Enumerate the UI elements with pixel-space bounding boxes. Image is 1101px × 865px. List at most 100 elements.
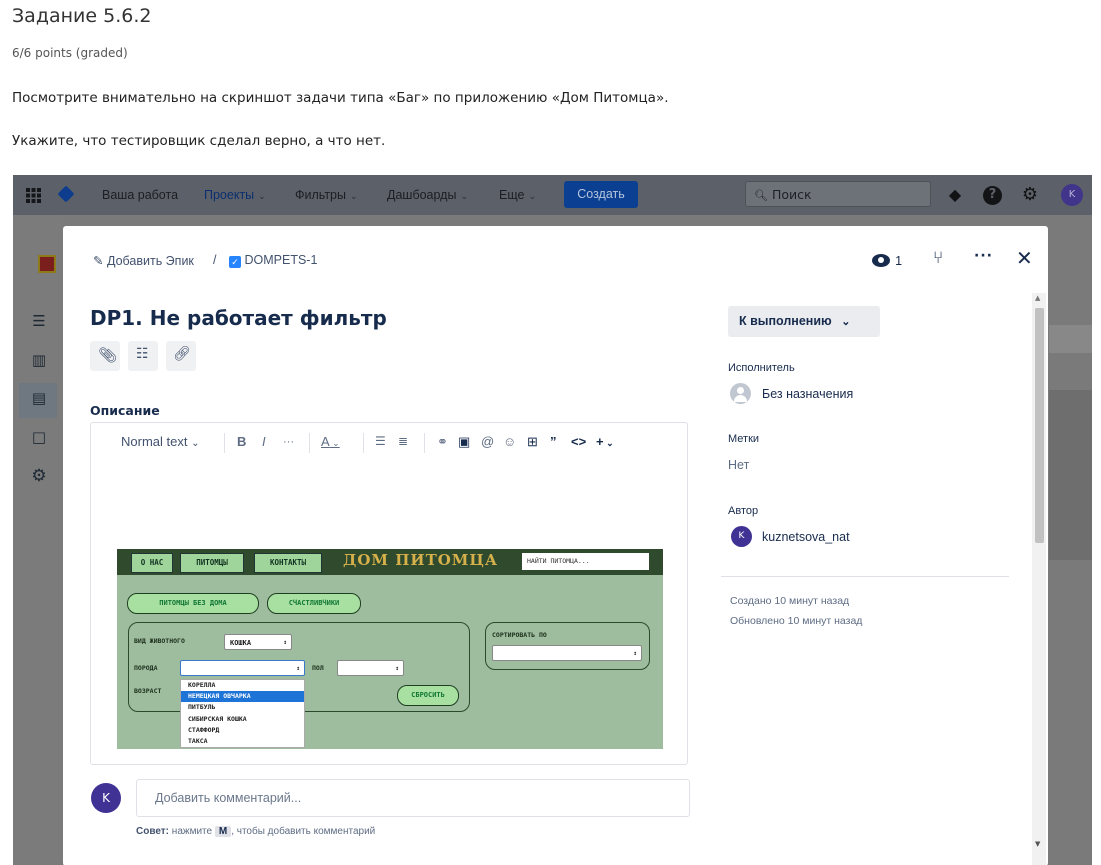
- paperclip-icon: 📎︎: [98, 346, 118, 364]
- app-breed-option: ПИТБУЛЬ: [188, 703, 216, 712]
- nav-dashboards-label: Дашбоарды: [387, 188, 457, 202]
- search-input[interactable]: 🔍︎ Поиск: [745, 181, 931, 207]
- scroll-up-icon[interactable]: ▲: [1035, 294, 1040, 302]
- scrollbar-thumb[interactable]: [1035, 308, 1044, 543]
- assignee-value[interactable]: Без назначения: [762, 387, 853, 401]
- board-icon[interactable]: ▥: [30, 351, 48, 369]
- numbered-list-icon[interactable]: ≣: [398, 434, 408, 448]
- app-nav-about: О НАС: [131, 553, 173, 573]
- nav-more[interactable]: Еще ⌄: [499, 188, 536, 202]
- help-icon[interactable]: ?: [983, 186, 1002, 205]
- app-label-breed: ПОРОДА: [134, 664, 158, 672]
- watch-button[interactable]: 1: [872, 250, 902, 269]
- mention-icon[interactable]: @: [481, 434, 494, 449]
- app-breed-dropdown: КОРЕЛЛА НЕМЕЦКАЯ ОВЧАРКА ПИТБУЛЬ СИБИРСК…: [180, 679, 305, 748]
- create-button[interactable]: Создать: [564, 181, 638, 208]
- background-panel: [1049, 390, 1092, 560]
- notifications-icon[interactable]: ◆: [946, 186, 964, 204]
- task-points: 6/6 points (graded): [12, 46, 128, 60]
- text-style-dropdown[interactable]: Normal text ⌄: [121, 434, 199, 449]
- jira-logo-icon[interactable]: [57, 185, 75, 203]
- roadmap-icon[interactable]: ☰: [30, 312, 48, 330]
- bullet-list-icon[interactable]: ☰: [375, 434, 386, 448]
- chevron-down-icon: ⌄: [603, 438, 614, 448]
- text-color-label: A: [321, 434, 330, 449]
- link-icon[interactable]: ⚭: [437, 434, 448, 450]
- insert-button[interactable]: + ⌄: [596, 434, 614, 449]
- italic-button[interactable]: I: [262, 434, 266, 449]
- side-divider: [721, 576, 1009, 577]
- toolbar-divider: [309, 433, 310, 453]
- scroll-down-icon[interactable]: ▼: [1035, 840, 1040, 848]
- settings-icon[interactable]: ⚙︎: [1021, 186, 1039, 204]
- task-paragraph-1: Посмотрите внимательно на скриншот задач…: [12, 90, 669, 106]
- app-select-sex: ↕: [337, 660, 404, 676]
- project-settings-icon[interactable]: ⚙︎: [30, 467, 48, 485]
- nav-dashboards[interactable]: Дашбоарды ⌄: [387, 188, 468, 202]
- app-label-sort: СОРТИРОВАТЬ ПО: [492, 631, 547, 639]
- add-item-icon[interactable]: □: [30, 428, 48, 446]
- created-timestamp: Создано 10 минут назад: [730, 595, 850, 607]
- child-issue-button[interactable]: ☷: [128, 341, 158, 371]
- nav-projects[interactable]: Проекты ⌄: [204, 188, 266, 202]
- search-icon: 🔍︎: [754, 189, 768, 202]
- attach-button[interactable]: 📎︎: [90, 341, 120, 371]
- toolbar-divider: [424, 433, 425, 453]
- reporter-value[interactable]: kuznetsova_nat: [762, 530, 850, 544]
- app-switcher-icon[interactable]: [25, 187, 42, 204]
- share-icon[interactable]: ⑂: [933, 248, 943, 268]
- project-avatar[interactable]: [38, 255, 56, 273]
- app-label-animal: ВИД ЖИВОТНОГО: [134, 637, 185, 645]
- app-select-sort: ↕: [492, 645, 642, 661]
- close-icon[interactable]: ✕: [1016, 246, 1033, 270]
- bold-button[interactable]: B: [237, 434, 246, 449]
- code-icon[interactable]: <>: [571, 434, 586, 449]
- chevron-down-icon: ⌄: [349, 191, 358, 201]
- user-avatar[interactable]: K: [1061, 184, 1083, 206]
- app-breed-option: КОРЕЛЛА: [188, 681, 216, 689]
- status-label: К выполнению: [739, 314, 832, 328]
- link-issue-button[interactable]: 🔗︎: [166, 341, 196, 371]
- chevron-updown-icon: ↕: [395, 665, 399, 672]
- chevron-down-icon: ⌄: [329, 438, 340, 448]
- more-formatting-button[interactable]: ···: [283, 436, 294, 448]
- breadcrumb-add-epic[interactable]: ✎ Добавить Эпик: [93, 253, 194, 268]
- comment-hint: Совет: нажмите M, чтобы добавить коммент…: [136, 826, 375, 837]
- comment-input[interactable]: Добавить комментарий...: [136, 779, 690, 817]
- background-panel: [1049, 325, 1092, 353]
- labels-value[interactable]: Нет: [728, 458, 749, 472]
- pages-icon[interactable]: ▤: [30, 389, 48, 407]
- table-icon[interactable]: ⊞: [527, 434, 538, 450]
- chevron-down-icon: ⌄: [460, 191, 468, 201]
- chevron-updown-icon: ↕: [296, 665, 300, 672]
- hint-text: нажмите: [169, 826, 215, 837]
- app-label-age: ВОЗРАСТ: [134, 687, 162, 695]
- nav-your-work[interactable]: Ваша работа: [102, 188, 178, 202]
- breadcrumb-issue-key[interactable]: ✓ DOMPETS-1: [229, 253, 317, 268]
- chevron-down-icon: ⌄: [258, 191, 266, 201]
- checkbox-icon: ✓: [229, 256, 241, 268]
- text-color-button[interactable]: A ⌄: [321, 434, 340, 449]
- hint-prefix: Совет:: [136, 826, 170, 837]
- nav-filters[interactable]: Фильтры ⌄: [295, 188, 358, 202]
- issue-title[interactable]: DP1. Не работает фильтр: [90, 306, 387, 330]
- chevron-down-icon: ⌄: [528, 191, 536, 201]
- status-dropdown[interactable]: К выполнению ⌄: [728, 306, 880, 337]
- app-label-sex: ПОЛ: [312, 664, 324, 672]
- image-icon[interactable]: ▣: [458, 434, 470, 450]
- breadcrumb-add-epic-label: Добавить Эпик: [106, 254, 194, 268]
- updated-timestamp: Обновлено 10 минут назад: [730, 615, 863, 627]
- toolbar-divider: [363, 433, 364, 453]
- app-select-breed: ↕: [180, 660, 305, 676]
- app-breed-option-highlighted: НЕМЕЦКАЯ ОВЧАРКА: [181, 691, 304, 703]
- text-style-label: Normal text: [121, 434, 188, 449]
- chevron-down-icon: ⌄: [191, 438, 200, 449]
- reporter-label: Автор: [728, 505, 759, 517]
- attached-screenshot[interactable]: О НАС ПИТОМЦЫ КОНТАКТЫ ДОМ ПИТОМЦА НАЙТИ…: [117, 549, 663, 749]
- app-reset-button: СБРОСИТЬ: [397, 685, 459, 706]
- more-actions-icon[interactable]: ···: [974, 248, 993, 264]
- emoji-icon[interactable]: ☺: [503, 434, 516, 449]
- nav-projects-label: Проекты: [204, 188, 255, 202]
- quote-icon[interactable]: ”: [550, 434, 557, 449]
- app-breed-option: СИБИРСКАЯ КОШКА: [188, 714, 247, 723]
